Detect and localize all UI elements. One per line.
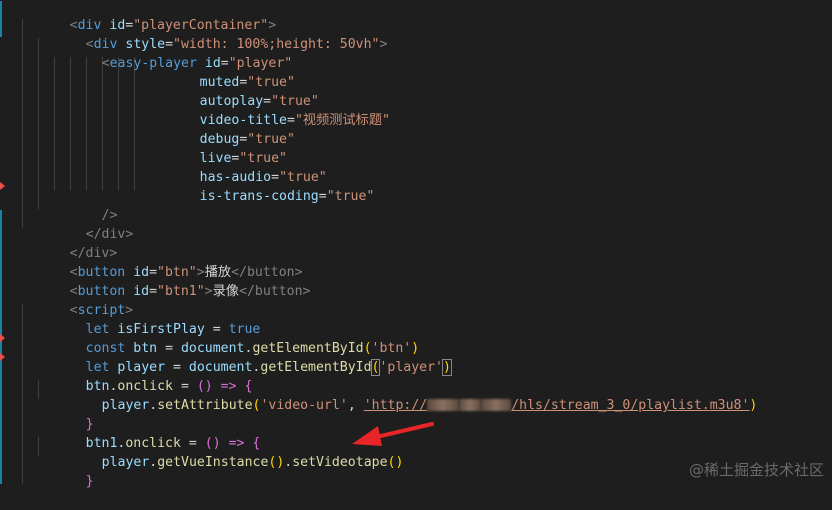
red-arrow-annotation-icon bbox=[352, 422, 434, 446]
code-editor[interactable]: <div id="playerContainer"> <div style="w… bbox=[0, 0, 832, 489]
watermark: @稀土掘金技术社区 bbox=[688, 461, 824, 479]
